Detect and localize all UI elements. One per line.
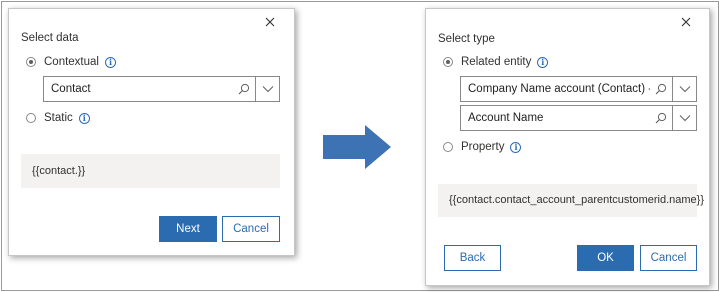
property-radio[interactable] (443, 142, 453, 152)
info-icon[interactable]: i (78, 112, 90, 124)
field-combobox[interactable]: Account Name (460, 105, 697, 131)
related-entity-radio[interactable] (443, 57, 453, 67)
related-entity-label: Related entity (461, 56, 532, 68)
back-button[interactable]: Back (444, 245, 501, 271)
close-icon[interactable] (679, 15, 693, 29)
property-label: Property (461, 141, 505, 153)
next-button[interactable]: Next (159, 216, 217, 242)
search-icon[interactable] (650, 106, 672, 130)
contextual-radio[interactable] (26, 57, 36, 67)
select-type-dialog: Select type Related entity i Company Nam… (425, 8, 710, 286)
combo-value[interactable]: Account Name (461, 106, 650, 130)
dialog-title: Select type (438, 33, 495, 45)
chevron-down-icon[interactable] (672, 77, 696, 101)
chevron-down-icon[interactable] (255, 77, 279, 101)
chevron-down-icon[interactable] (672, 106, 696, 130)
static-radio-row[interactable]: Static i (26, 112, 90, 124)
info-icon[interactable]: i (510, 141, 522, 153)
cancel-button[interactable]: Cancel (222, 216, 280, 242)
contextual-label: Contextual (44, 56, 99, 68)
expression-preview: {{contact.}} (21, 154, 280, 188)
search-icon[interactable] (233, 77, 255, 101)
contextual-entity-combobox[interactable]: Contact (43, 76, 280, 102)
cancel-button[interactable]: Cancel (640, 245, 697, 271)
related-entity-radio-row[interactable]: Related entity i (443, 56, 549, 68)
combo-value[interactable]: Company Name account (Contact) -> Accoun… (461, 77, 650, 101)
static-radio[interactable] (26, 113, 36, 123)
ok-button[interactable]: OK (577, 245, 634, 271)
related-entity-combobox[interactable]: Company Name account (Contact) -> Accoun… (460, 76, 697, 102)
contextual-radio-row[interactable]: Contextual i (26, 56, 116, 68)
static-label: Static (44, 112, 73, 124)
expression-preview: {{contact.contact_account_parentcustomer… (438, 184, 704, 217)
search-icon[interactable] (650, 77, 672, 101)
right-arrow (323, 125, 391, 169)
close-icon[interactable] (263, 15, 277, 29)
info-icon[interactable]: i (537, 56, 549, 68)
property-radio-row[interactable]: Property i (443, 141, 522, 153)
info-icon[interactable]: i (104, 56, 116, 68)
dialog-title: Select data (21, 32, 79, 44)
combo-value[interactable]: Contact (44, 77, 233, 101)
select-data-dialog: Select data Contextual i Contact Static … (8, 8, 295, 256)
